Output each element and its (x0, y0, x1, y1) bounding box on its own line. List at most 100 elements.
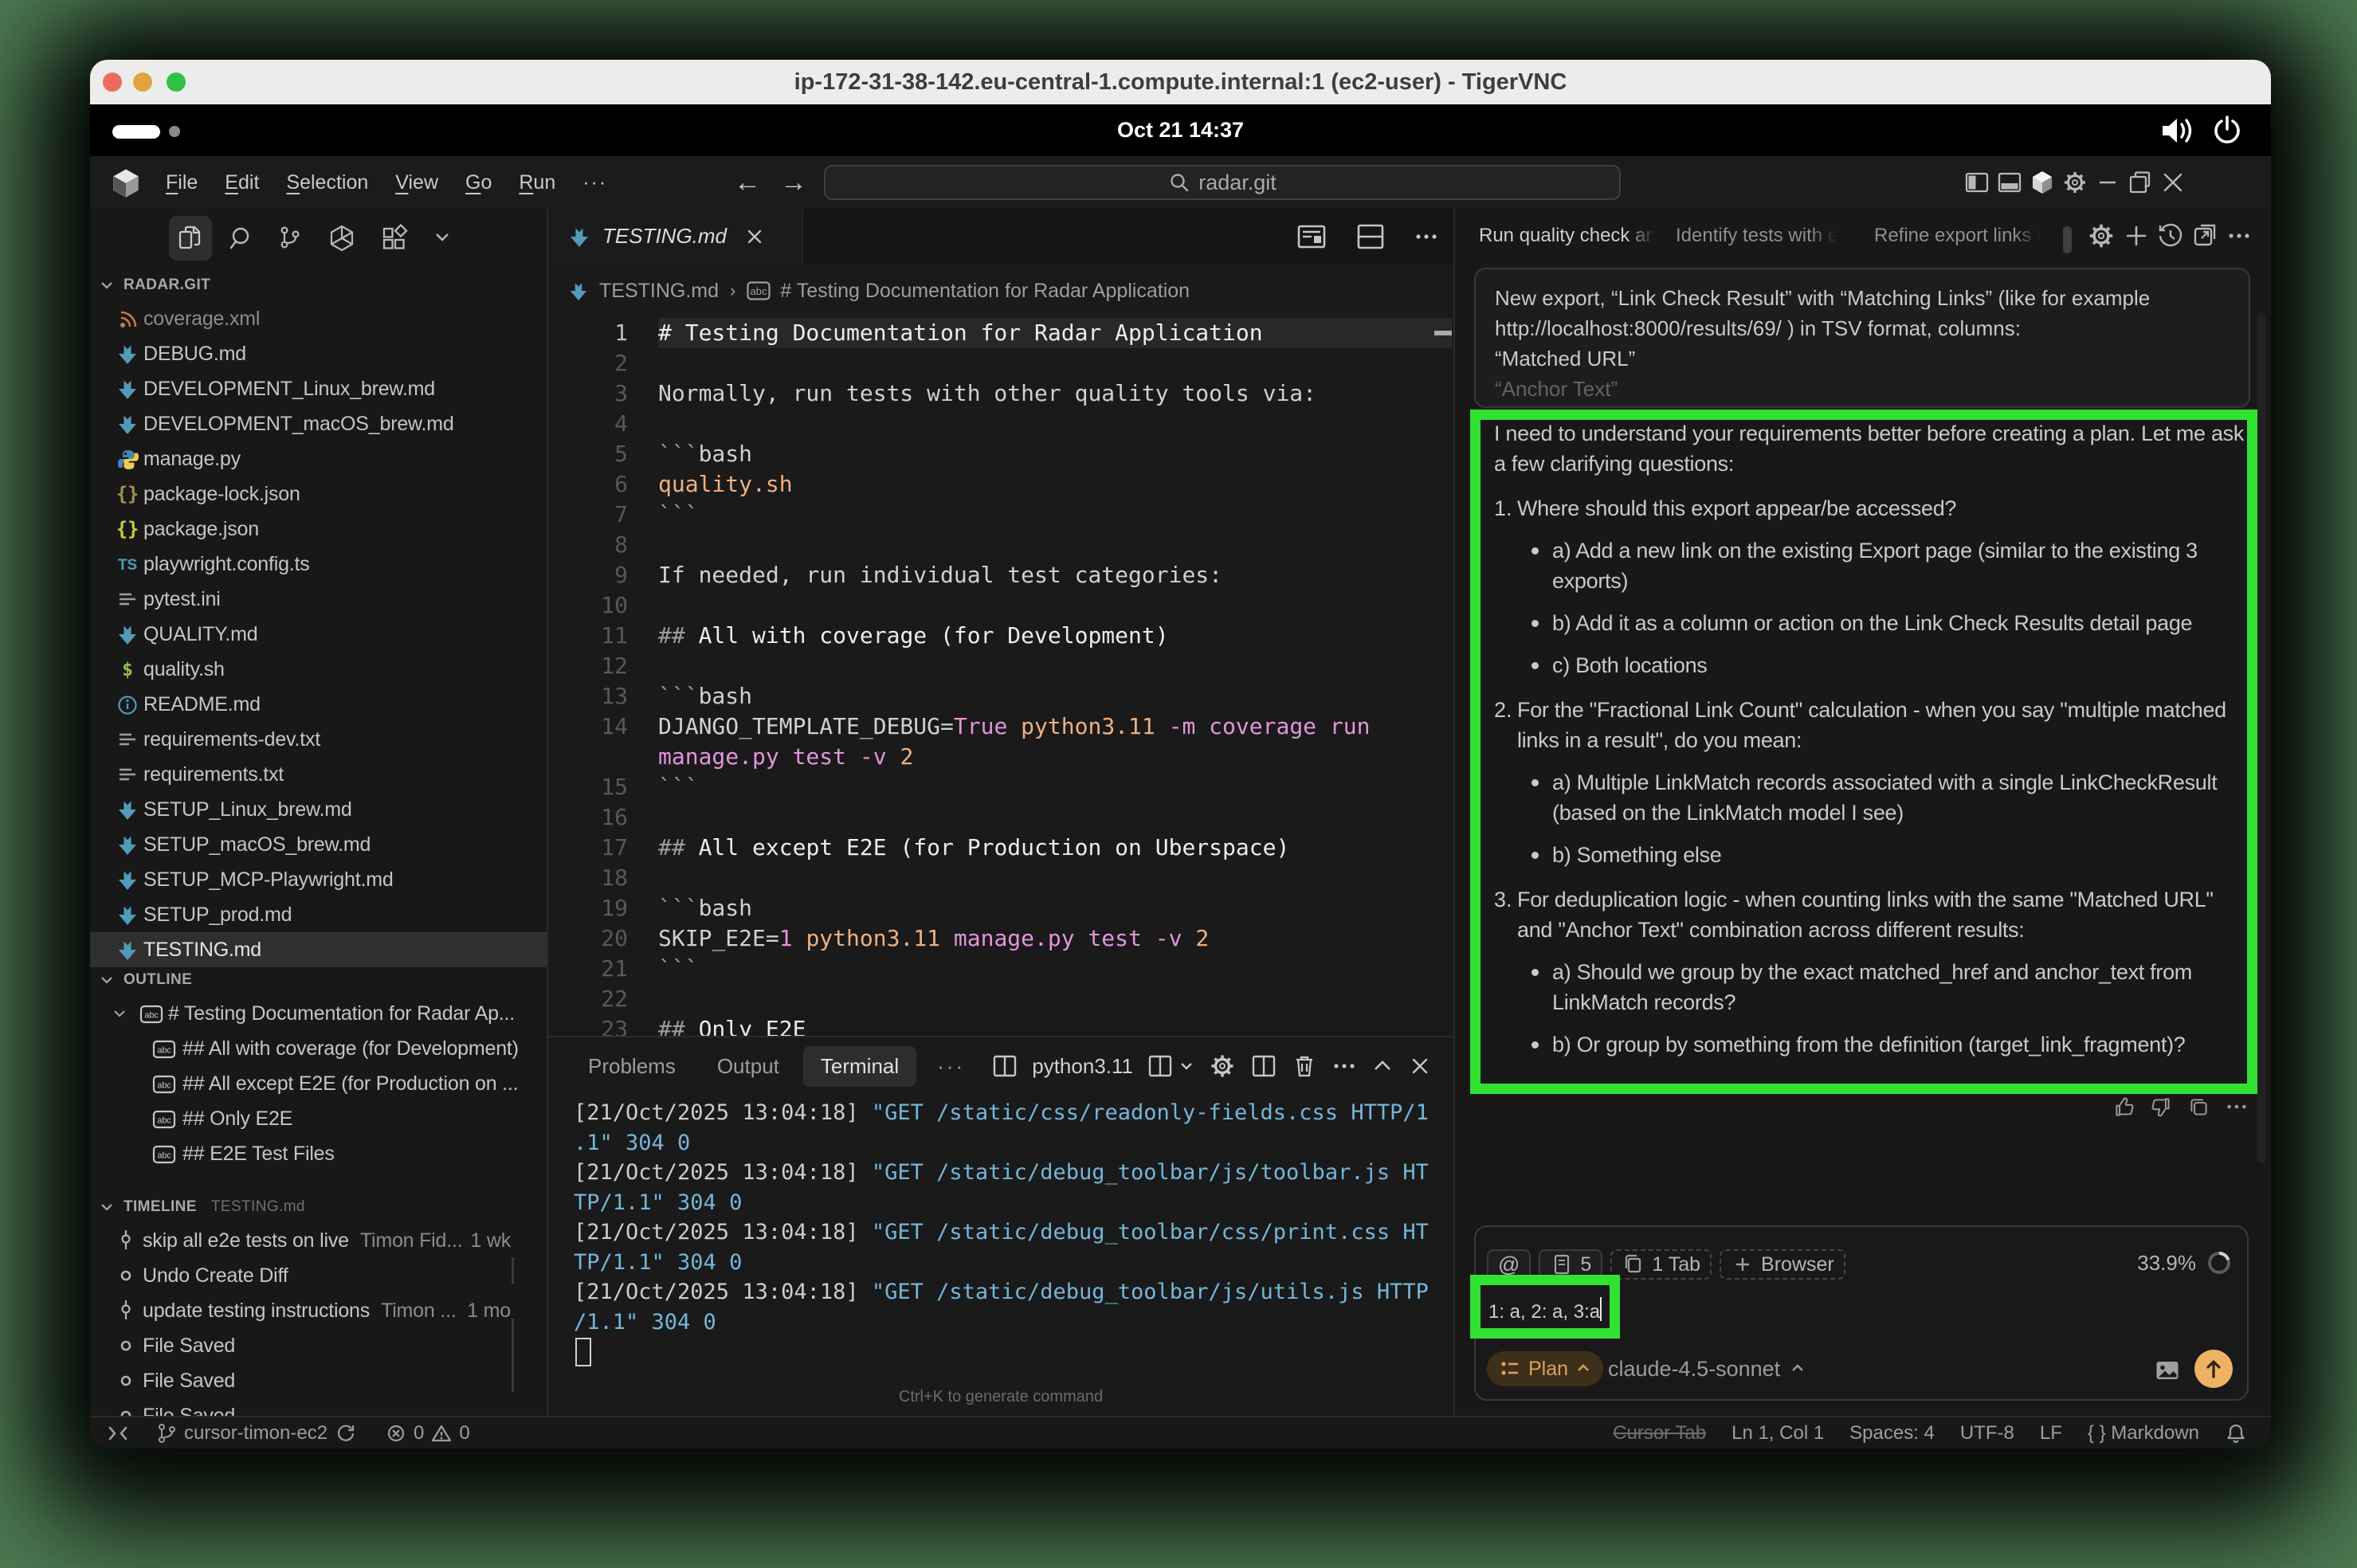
outline-item[interactable]: abc## E2E Test Files (90, 1136, 547, 1171)
context-chip-1-tab[interactable]: 1 Tab (1610, 1249, 1712, 1280)
activity-source-control-icon[interactable] (269, 216, 312, 261)
menu-run[interactable]: Run (505, 171, 569, 194)
nav-forward-icon[interactable]: → (780, 167, 807, 198)
code-line[interactable]: 19```bash (548, 893, 1453, 923)
response-more-icon[interactable] (2225, 1095, 2249, 1119)
tab-close-icon[interactable] (744, 226, 765, 247)
file-SETUP_MCP-Playwright.md[interactable]: SETUP_MCP-Playwright.md (90, 862, 547, 897)
terminal-launch-dropdown[interactable] (1147, 1053, 1194, 1080)
code-line[interactable]: 11## All with coverage (for Development) (548, 621, 1453, 651)
timeline-item[interactable]: Undo Create Diff (90, 1258, 547, 1293)
chat-tab[interactable]: Refine export links f (1874, 209, 2056, 263)
file-TESTING.md[interactable]: TESTING.md (90, 932, 547, 967)
outline-item[interactable]: abc## All with coverage (for Development… (90, 1031, 547, 1066)
status-cursor-tab[interactable]: Cursor Tab (1613, 1422, 1706, 1445)
toggle-panel-icon[interactable] (1993, 162, 2026, 203)
code-line[interactable]: 8 (548, 530, 1453, 560)
volume-icon[interactable] (2159, 116, 2194, 146)
code-line[interactable]: 12 (548, 651, 1453, 681)
status-lf[interactable]: LF (2040, 1422, 2062, 1445)
timeline-item[interactable]: skip all e2e tests on liveTimon Fid...1 … (90, 1223, 547, 1258)
code-line[interactable]: manage.py test -v 2 (548, 742, 1453, 772)
panel-tab-output[interactable]: Output (700, 1046, 797, 1087)
breadcrumb-symbol[interactable]: # Testing Documentation for Radar Applic… (780, 280, 1190, 303)
activity-remote-explorer-icon[interactable] (321, 216, 364, 261)
code-line[interactable]: 23## Only E2E (548, 1014, 1453, 1036)
chat-scrollbar[interactable] (2257, 312, 2266, 1163)
file-SETUP_Linux_brew.md[interactable]: SETUP_Linux_brew.md (90, 792, 547, 827)
thumbs-up-icon[interactable] (2112, 1096, 2135, 1119)
code-editor[interactable]: 1# Testing Documentation for Radar Appli… (548, 312, 1453, 1036)
tab-testing-md[interactable]: TESTING.md (548, 209, 803, 264)
activity-panel-chevron-icon[interactable] (422, 216, 465, 261)
code-line[interactable]: 4 (548, 409, 1453, 439)
restore-icon[interactable] (2124, 162, 2156, 203)
code-line[interactable]: 10 (548, 590, 1453, 621)
chat-settings-icon[interactable] (2086, 221, 2116, 251)
code-line[interactable]: 18 (548, 863, 1453, 893)
timeline-item[interactable]: update testing instructionsTimon ...1 mo (90, 1293, 547, 1328)
outline-item[interactable]: abc# Testing Documentation for Radar Ap.… (90, 996, 547, 1031)
chat-tab[interactable]: Run quality check an (1479, 209, 1661, 263)
menu-edit[interactable]: Edit (211, 171, 273, 194)
code-line[interactable]: 3Normally, run tests with other quality … (548, 378, 1453, 409)
panel-close-icon[interactable] (1408, 1054, 1432, 1078)
user-message-box[interactable]: New export, “Link Check Result” with “Ma… (1474, 268, 2250, 408)
code-line[interactable]: 21``` (548, 954, 1453, 984)
mode-selector[interactable]: Plan (1487, 1351, 1603, 1386)
breadcrumb[interactable]: TESTING.md › abc # Testing Documentation… (548, 264, 1453, 318)
menu-go[interactable]: Go (452, 171, 505, 194)
file-QUALITY.md[interactable]: QUALITY.md (90, 617, 547, 652)
status-spaces-4[interactable]: Spaces: 4 (1849, 1422, 1935, 1445)
open-preview-icon[interactable] (1296, 221, 1328, 253)
code-line[interactable]: 7``` (548, 500, 1453, 530)
code-line[interactable]: 6quality.sh (548, 469, 1453, 500)
terminal-settings-icon[interactable] (1208, 1052, 1237, 1080)
activity-search-icon[interactable] (221, 216, 264, 261)
chat-history-icon[interactable] (2156, 221, 2185, 250)
status-ln-1-col-1[interactable]: Ln 1, Col 1 (1731, 1422, 1824, 1445)
code-line[interactable]: 2 (548, 348, 1453, 378)
minimize-icon[interactable] (2091, 162, 2124, 203)
context-chip-5[interactable]: 5 (1539, 1249, 1602, 1280)
menu-more[interactable]: ··· (569, 171, 621, 194)
code-line[interactable]: 17## All except E2E (for Production on U… (548, 833, 1453, 863)
context-chip-browser[interactable]: Browser (1720, 1249, 1845, 1280)
code-line[interactable]: 22 (548, 984, 1453, 1014)
attach-image-icon[interactable] (2153, 1356, 2182, 1385)
file-quality.sh[interactable]: $quality.sh (90, 652, 547, 687)
chat-input-text[interactable]: 1: a, 2: a, 3:a (1488, 1297, 1602, 1323)
explorer-section-header[interactable]: RADAR.GIT (90, 269, 547, 301)
panel-tabs-more-icon[interactable]: ··· (923, 1054, 979, 1079)
code-line[interactable]: 14DJANGO_TEMPLATE_DEBUG=True python3.11 … (548, 711, 1453, 742)
chat-tab[interactable]: Identify tests with e (1676, 209, 1857, 263)
timeline-section-header[interactable]: TIMELINETESTING.md (90, 1191, 547, 1223)
problems-status[interactable]: 0 0 (385, 1422, 470, 1445)
toggle-sidebar-icon[interactable] (1960, 162, 1993, 203)
model-selector[interactable]: claude-4.5-sonnet (1608, 1351, 1806, 1386)
file-package.json[interactable]: {}package.json (90, 512, 547, 547)
context-chip-@[interactable]: @ (1487, 1249, 1531, 1280)
chat-input-box[interactable]: @51 TabBrowser 33.9% 1: a, 2: a, 3:a Pla… (1474, 1225, 2249, 1401)
code-line[interactable]: 16 (548, 802, 1453, 833)
timeline-item[interactable]: File Saved (90, 1363, 547, 1398)
git-branch-status[interactable]: cursor-timon-ec2 (155, 1422, 356, 1445)
file-SETUP_prod.md[interactable]: SETUP_prod.md (90, 897, 547, 932)
terminal-shell-label[interactable]: python3.11 (1032, 1054, 1133, 1079)
file-coverage.xml[interactable]: coverage.xml (90, 301, 547, 336)
terminal-output[interactable]: [21/Oct/2025 13:04:18] "GET /static/css/… (574, 1098, 1429, 1337)
activity-extensions-icon[interactable] (373, 216, 416, 261)
copy-response-icon[interactable] (2187, 1096, 2210, 1119)
file-DEVELOPMENT_macOS_brew.md[interactable]: DEVELOPMENT_macOS_brew.md (90, 406, 547, 441)
chat-more-icon[interactable] (2226, 223, 2252, 249)
timeline-item[interactable]: File Saved (90, 1328, 547, 1363)
notifications-bell-icon[interactable] (2225, 1422, 2247, 1445)
outline-item[interactable]: abc## All except E2E (for Production on … (90, 1066, 547, 1101)
thumbs-down-icon[interactable] (2150, 1096, 2173, 1119)
file-package-lock.json[interactable]: {}package-lock.json (90, 476, 547, 512)
panel-more-icon[interactable] (1331, 1053, 1357, 1079)
file-README.md[interactable]: README.md (90, 687, 547, 722)
file-DEVELOPMENT_Linux_brew.md[interactable]: DEVELOPMENT_Linux_brew.md (90, 371, 547, 406)
file-DEBUG.md[interactable]: DEBUG.md (90, 336, 547, 371)
status--markdown[interactable]: { } Markdown (2088, 1422, 2199, 1445)
